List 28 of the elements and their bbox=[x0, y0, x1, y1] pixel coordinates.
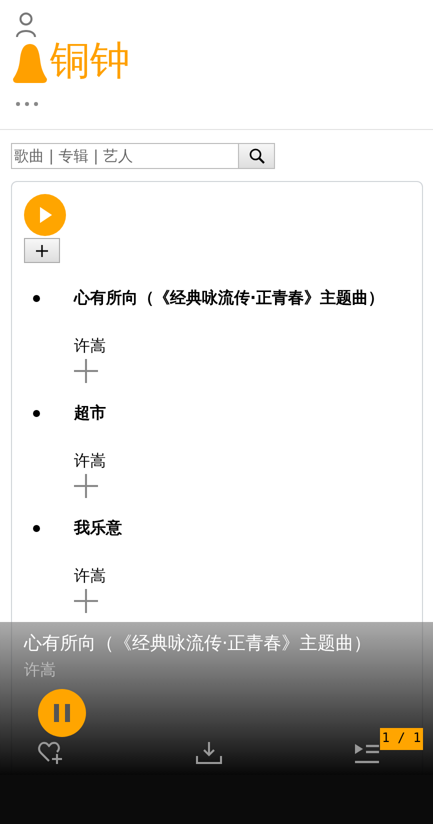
queue-count: 1 / 1 bbox=[380, 728, 423, 750]
artist-name[interactable]: 许嵩 bbox=[74, 450, 106, 472]
bullet-dot bbox=[33, 525, 40, 532]
bell-icon bbox=[12, 43, 48, 83]
plus-icon[interactable] bbox=[74, 589, 98, 613]
search-button[interactable] bbox=[239, 143, 275, 169]
now-playing-title: 心有所向（《经典咏流传·正青春》主题曲） bbox=[24, 632, 372, 656]
song-title[interactable]: 我乐意 bbox=[74, 516, 122, 540]
artist-name[interactable]: 许嵩 bbox=[74, 335, 384, 357]
pause-icon[interactable] bbox=[38, 689, 86, 737]
plus-icon[interactable] bbox=[74, 359, 98, 383]
artist-name[interactable]: 许嵩 bbox=[74, 565, 122, 587]
playlist-icon[interactable] bbox=[354, 741, 380, 765]
bullet-dot bbox=[33, 410, 40, 417]
download-icon[interactable] bbox=[196, 741, 222, 765]
now-playing-artist: 许嵩 bbox=[24, 659, 56, 681]
song-title[interactable]: 超市 bbox=[74, 401, 106, 425]
plus-icon bbox=[35, 244, 49, 258]
plus-icon[interactable] bbox=[74, 474, 98, 498]
heart-plus-icon[interactable] bbox=[38, 739, 64, 765]
add-all-button[interactable] bbox=[24, 238, 60, 263]
search-field[interactable]: 歌曲 | 专辑 | 艺人 bbox=[11, 143, 239, 169]
user-icon[interactable] bbox=[15, 12, 37, 38]
app-name: 铜钟 bbox=[50, 39, 130, 83]
more-icon[interactable] bbox=[15, 101, 39, 107]
song-title[interactable]: 心有所向（《经典咏流传·正青春》主题曲） bbox=[74, 286, 384, 310]
bullet-dot bbox=[33, 295, 40, 302]
search-icon bbox=[248, 148, 264, 164]
